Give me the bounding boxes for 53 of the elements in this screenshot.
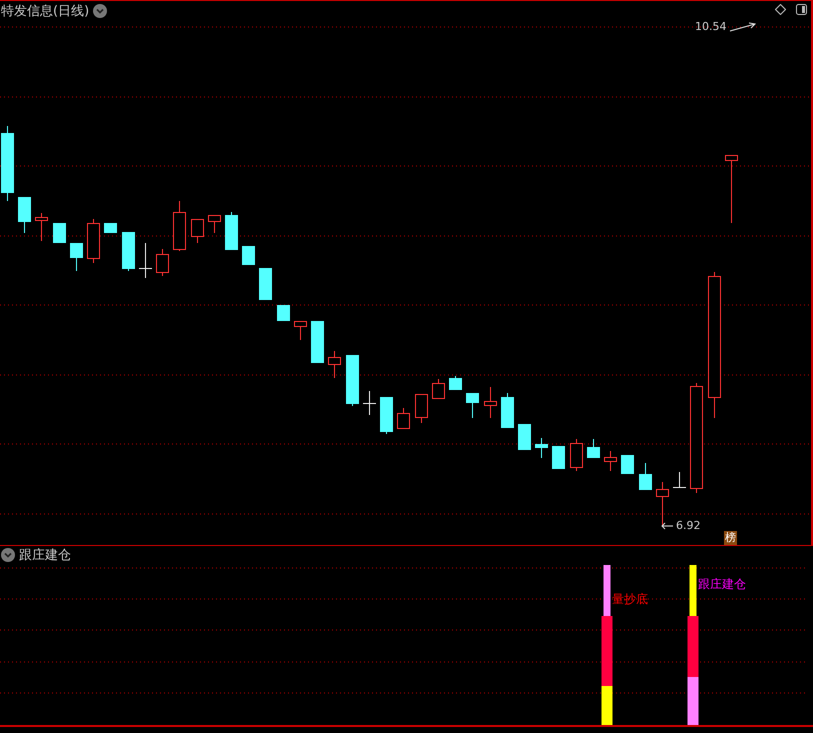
candlestick	[639, 462, 652, 490]
chart-title: 特发信息(日线)	[1, 3, 90, 20]
candlestick	[535, 438, 548, 458]
arrow-icon	[661, 522, 674, 530]
candlestick	[294, 320, 307, 340]
signal-label: 量抄底	[612, 591, 648, 608]
candlestick	[621, 454, 634, 474]
candlestick	[156, 248, 169, 276]
candlestick	[18, 196, 31, 234]
candlestick	[570, 438, 583, 472]
high-price-label: 10.54	[695, 20, 726, 33]
candlestick	[277, 304, 290, 322]
candlestick	[415, 394, 428, 424]
chevron-down-icon[interactable]	[93, 4, 108, 18]
candlestick	[518, 424, 531, 450]
candlestick	[346, 354, 359, 406]
candlestick	[311, 320, 324, 364]
diamond-icon[interactable]	[775, 4, 786, 15]
candlestick	[725, 154, 738, 224]
candlestick	[208, 214, 221, 234]
candlestick	[53, 222, 66, 244]
candlestick	[672, 472, 686, 488]
arrow-icon	[728, 22, 756, 32]
candlestick	[191, 218, 204, 244]
candlestick	[432, 378, 445, 400]
signal-label: 跟庄建仓	[698, 576, 746, 593]
candlestick	[87, 218, 100, 264]
chevron-down-icon[interactable]	[1, 548, 15, 562]
candlestick	[225, 212, 238, 250]
candlestick	[328, 350, 341, 378]
candlestick	[242, 246, 255, 266]
candlestick	[362, 390, 376, 416]
candlestick	[380, 396, 393, 434]
candlestick	[138, 242, 152, 278]
candlestick	[449, 376, 462, 390]
indicator-title: 跟庄建仓	[19, 547, 71, 564]
candlestick	[70, 242, 83, 272]
candlestick	[259, 268, 272, 300]
candlestick	[466, 392, 479, 418]
candlestick	[656, 482, 669, 526]
candlestick	[484, 386, 497, 418]
candlestick	[35, 212, 48, 242]
candlestick	[552, 446, 565, 470]
low-price-label: 6.92	[676, 519, 700, 532]
candlestick	[397, 408, 410, 430]
candlestick	[587, 438, 600, 458]
candlestick	[104, 222, 117, 234]
panel-icon[interactable]	[796, 4, 807, 15]
rank-badge: 榜	[724, 531, 737, 545]
candlestick	[122, 232, 135, 272]
candlestick	[501, 392, 514, 428]
candlestick	[604, 450, 617, 472]
candlestick	[173, 200, 186, 252]
